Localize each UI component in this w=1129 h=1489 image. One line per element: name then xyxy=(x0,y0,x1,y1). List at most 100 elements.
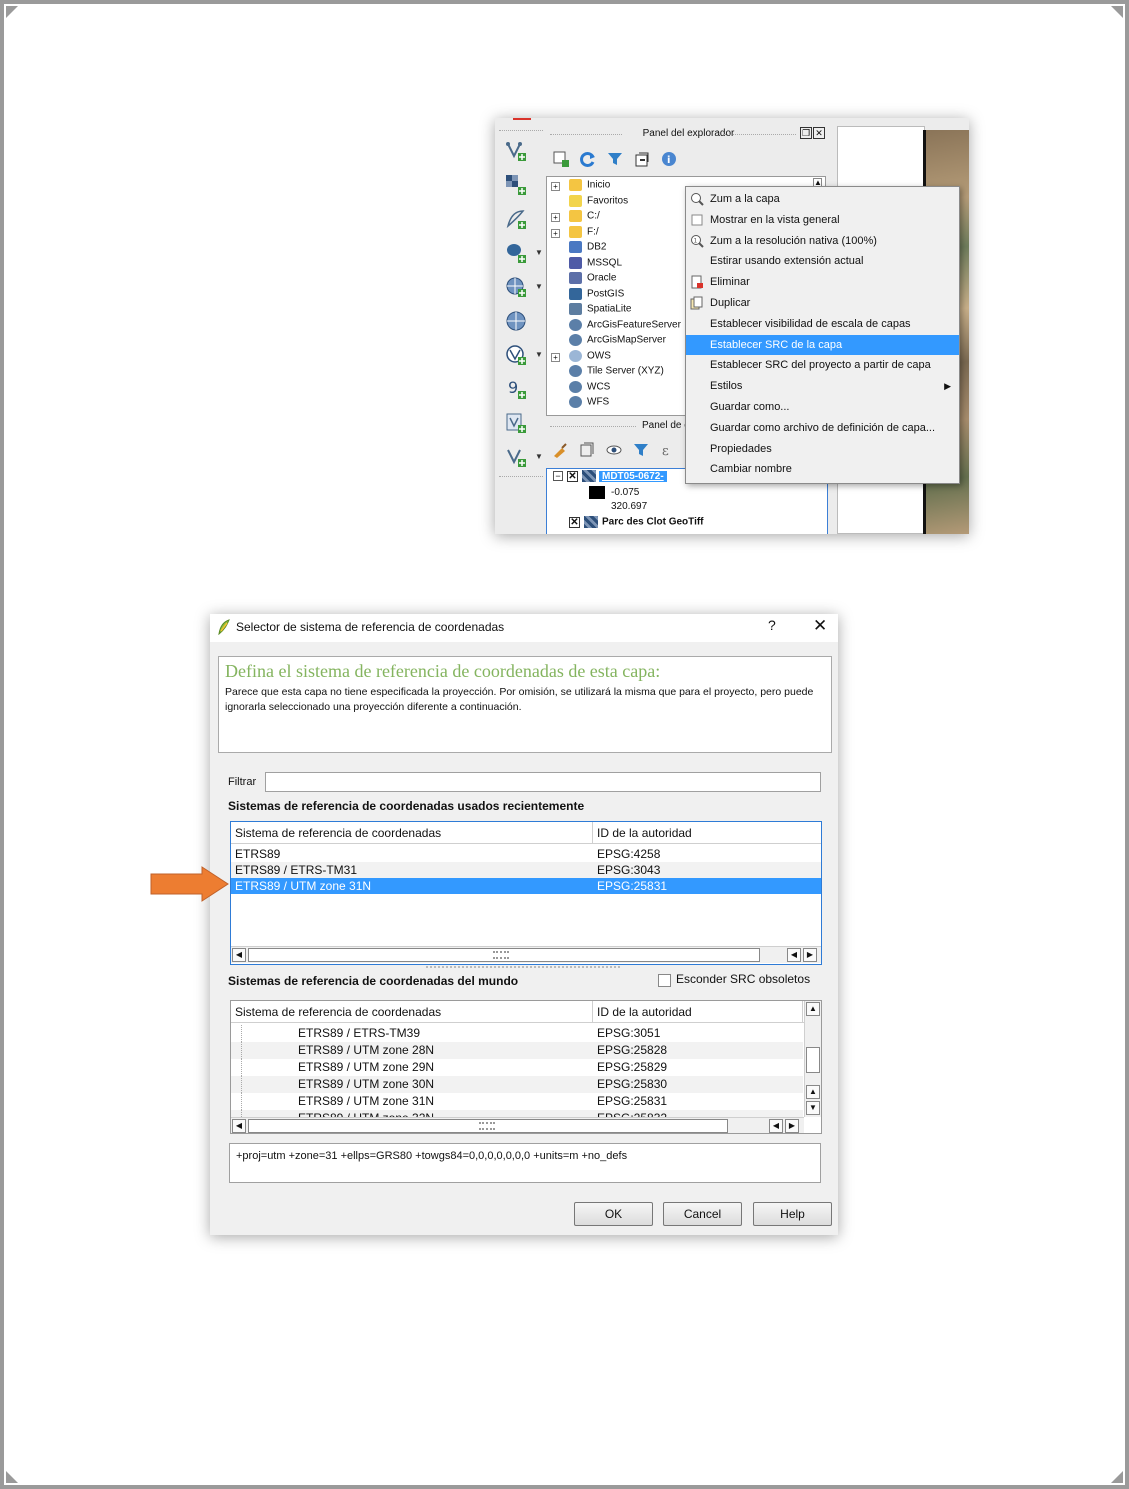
dropdown-arrow-icon[interactable]: ▼ xyxy=(535,350,543,359)
add-delimited-text-icon[interactable]: 9 xyxy=(505,378,527,400)
tree-item[interactable]: C:/ xyxy=(569,210,600,225)
add-spatialite-layer-icon[interactable] xyxy=(505,208,527,230)
tree-item[interactable]: Oracle xyxy=(569,272,616,287)
layer-row[interactable]: ✕ Parc des Clot GeoTiff xyxy=(569,516,704,531)
column-header-crs[interactable]: Sistema de referencia de coordenadas xyxy=(231,822,593,844)
scroll-left-icon[interactable]: ◀ xyxy=(769,1119,783,1133)
scroll-left-icon[interactable]: ◀ xyxy=(232,948,246,962)
menu-item[interactable]: Establecer SRC del proyecto a partir de … xyxy=(686,355,959,375)
expand-icon[interactable]: + xyxy=(551,352,560,362)
scroll-up-icon[interactable]: ▲ xyxy=(806,1085,820,1099)
tree-item[interactable]: OWS xyxy=(569,349,611,365)
scroll-thumb[interactable] xyxy=(806,1047,820,1073)
table-row[interactable]: ETRS89 / UTM zone 31N EPSG:25831 xyxy=(231,878,821,894)
visibility-icon[interactable] xyxy=(606,442,622,458)
style-icon[interactable] xyxy=(552,442,568,458)
layer-visibility-checkbox[interactable]: ✕ xyxy=(567,470,578,482)
ok-button[interactable]: OK xyxy=(574,1202,653,1226)
add-postgis-layer-icon[interactable] xyxy=(505,242,527,264)
column-header-authority[interactable]: ID de la autoridad xyxy=(593,1001,803,1023)
info-icon[interactable]: i xyxy=(660,150,678,168)
scroll-left-icon[interactable]: ◀ xyxy=(232,1119,246,1133)
menu-item[interactable]: Propiedades xyxy=(686,439,959,459)
add-virtual-layer-icon[interactable] xyxy=(505,412,527,434)
menu-item[interactable]: 1 Zum a la resolución nativa (100%) xyxy=(686,231,959,251)
vertical-scrollbar[interactable]: ▲ ▲ ▼ xyxy=(804,1001,821,1117)
scroll-left-icon[interactable]: ◀ xyxy=(787,948,801,962)
menu-item[interactable]: Mostrar en la vista general xyxy=(686,210,959,230)
tree-item[interactable]: DB2 xyxy=(569,241,606,256)
scroll-right-icon[interactable]: ▶ xyxy=(785,1119,799,1133)
table-row[interactable]: ETRS89 / UTM zone 29N EPSG:25829 xyxy=(231,1059,803,1076)
add-wcs-layer-icon[interactable] xyxy=(505,310,527,332)
dropdown-arrow-icon[interactable]: ▼ xyxy=(535,248,543,257)
layer-name[interactable]: MDT05-0672- xyxy=(599,470,667,482)
tree-item[interactable]: MSSQL xyxy=(569,256,622,272)
table-row[interactable]: ETRS89 / UTM zone 31N EPSG:25831 xyxy=(231,1093,803,1110)
new-layer-icon[interactable] xyxy=(505,446,527,468)
close-icon[interactable]: ✕ xyxy=(813,616,827,636)
close-panel-button[interactable]: ✕ xyxy=(813,127,825,139)
help-title-button[interactable]: ? xyxy=(768,617,776,633)
table-row[interactable]: ETRS89 / ETRS-TM39 EPSG:3051 xyxy=(231,1025,803,1042)
expand-icon[interactable]: + xyxy=(551,213,560,222)
menu-item[interactable]: Duplicar xyxy=(686,293,959,313)
table-row[interactable]: ETRS89 / UTM zone 30N EPSG:25830 xyxy=(231,1076,803,1093)
scroll-up-icon[interactable]: ▲ xyxy=(806,1002,820,1016)
tree-item[interactable]: ArcGisFeatureServer xyxy=(569,318,681,334)
layer-row[interactable]: − ✕ MDT05-0672- xyxy=(553,470,667,485)
toolbar-grip[interactable] xyxy=(499,130,543,134)
help-button[interactable]: Help xyxy=(753,1202,832,1226)
column-header-authority[interactable]: ID de la autoridad xyxy=(593,822,821,844)
refresh-icon[interactable] xyxy=(579,150,597,168)
filter-layers-icon[interactable] xyxy=(633,442,649,458)
menu-item[interactable]: Guardar como... xyxy=(686,397,959,417)
expand-icon[interactable]: + xyxy=(551,182,560,191)
tree-item[interactable]: WCS xyxy=(569,380,610,396)
add-wms-layer-icon[interactable] xyxy=(505,276,527,298)
add-group-icon[interactable] xyxy=(579,442,595,458)
cancel-button[interactable]: Cancel xyxy=(663,1202,742,1226)
dropdown-arrow-icon[interactable]: ▼ xyxy=(535,282,543,291)
menu-item[interactable]: Cambiar nombre xyxy=(686,459,959,479)
layer-visibility-checkbox[interactable]: ✕ xyxy=(569,516,580,528)
tree-item[interactable]: Tile Server (XYZ) xyxy=(569,365,664,380)
tree-item[interactable]: ArcGisMapServer xyxy=(569,334,666,349)
add-vector-layer-icon[interactable] xyxy=(505,140,527,162)
tree-item[interactable]: F:/ xyxy=(569,225,599,241)
filter-input[interactable] xyxy=(265,772,821,792)
toolbar-grip[interactable] xyxy=(499,476,543,480)
table-row[interactable]: ETRS89 / UTM zone 28N EPSG:25828 xyxy=(231,1042,803,1059)
tree-item[interactable]: SpatiaLite xyxy=(569,303,631,318)
horizontal-scrollbar[interactable]: ◀ ◀ ▶ xyxy=(231,946,821,963)
tree-item[interactable]: PostGIS xyxy=(569,287,624,303)
add-selected-layers-icon[interactable] xyxy=(552,150,570,168)
proj-definition-box[interactable]: +proj=utm +zone=31 +ellps=GRS80 +towgs84… xyxy=(229,1143,821,1183)
column-header-crs[interactable]: Sistema de referencia de coordenadas xyxy=(231,1001,593,1023)
menu-item[interactable]: Establecer visibilidad de escala de capa… xyxy=(686,314,959,334)
splitter-handle[interactable] xyxy=(426,966,620,968)
scroll-right-icon[interactable]: ▶ xyxy=(803,948,817,962)
tree-item[interactable]: WFS xyxy=(569,396,609,411)
menu-item[interactable]: Estirar usando extensión actual xyxy=(686,251,959,271)
expand-icon[interactable]: + xyxy=(551,228,560,238)
float-panel-button[interactable]: ❐ xyxy=(800,127,812,139)
menu-item[interactable]: Guardar como archivo de definición de ca… xyxy=(686,418,959,438)
table-row[interactable]: ETRS89 / ETRS-TM31 EPSG:3043 xyxy=(231,862,821,878)
hide-deprecated-checkbox[interactable] xyxy=(658,974,671,987)
menu-item[interactable]: Zum a la capa xyxy=(686,189,959,209)
menu-item[interactable]: Establecer SRC de la capa xyxy=(686,334,959,355)
tree-item[interactable]: Inicio xyxy=(569,179,610,194)
menu-item[interactable]: Eliminar xyxy=(686,272,959,292)
expression-filter-icon[interactable]: ε xyxy=(660,442,676,459)
table-row[interactable]: ETRS89 EPSG:4258 xyxy=(231,846,821,862)
menu-item[interactable]: Estilos ▶ xyxy=(686,376,959,396)
collapse-all-icon[interactable] xyxy=(633,150,651,168)
add-raster-layer-icon[interactable] xyxy=(505,174,527,196)
dropdown-arrow-icon[interactable]: ▼ xyxy=(535,452,543,461)
horizontal-scrollbar[interactable]: ◀ ◀ ▶ xyxy=(231,1117,804,1133)
layer-name[interactable]: Parc des Clot GeoTiff xyxy=(602,517,704,528)
tree-item[interactable]: Favoritos xyxy=(569,194,628,210)
filter-icon[interactable] xyxy=(606,150,624,168)
add-wfs-layer-icon[interactable] xyxy=(505,344,527,366)
